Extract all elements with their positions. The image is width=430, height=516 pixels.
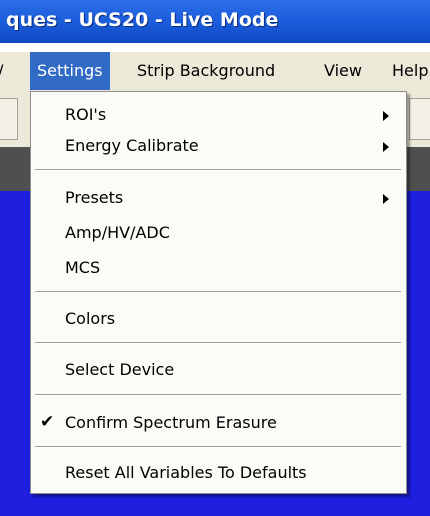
menu-separator bbox=[35, 394, 401, 396]
menu-item-mcs[interactable]: MCS bbox=[31, 253, 406, 283]
menu-view[interactable]: View bbox=[324, 52, 362, 90]
menu-item-label: ROI's bbox=[65, 105, 107, 124]
menu-item-label: Energy Calibrate bbox=[65, 136, 199, 155]
submenu-arrow-icon bbox=[383, 142, 389, 152]
toolbar-button-left[interactable] bbox=[0, 98, 18, 140]
menu-item-label: Presets bbox=[65, 188, 124, 207]
menu-item-label: Colors bbox=[65, 309, 116, 328]
menu-item-amp-hv-adc[interactable]: Amp/HV/ADC bbox=[31, 218, 406, 248]
submenu-arrow-icon bbox=[383, 111, 389, 121]
menu-item-reset-all-variables[interactable]: Reset All Variables To Defaults bbox=[31, 458, 406, 488]
submenu-arrow-icon bbox=[383, 194, 389, 204]
window-title: ques - UCS20 - Live Mode bbox=[6, 9, 279, 31]
settings-dropdown-menu: ROI's Energy Calibrate Presets Amp/HV/AD… bbox=[30, 91, 407, 494]
menu-item-label: Amp/HV/ADC bbox=[65, 223, 170, 242]
menu-file-partial[interactable]: / bbox=[0, 52, 3, 90]
menu-item-label: Select Device bbox=[65, 360, 175, 379]
menu-item-label: MCS bbox=[65, 258, 101, 277]
toolbar-button-right[interactable] bbox=[409, 98, 430, 140]
menu-item-label: Reset All Variables To Defaults bbox=[65, 463, 307, 482]
menu-item-presets[interactable]: Presets bbox=[31, 183, 406, 213]
menu-item-label: Confirm Spectrum Erasure bbox=[65, 413, 277, 432]
menu-item-confirm-spectrum-erasure[interactable]: ✔ Confirm Spectrum Erasure bbox=[31, 408, 406, 438]
menu-settings[interactable]: Settings bbox=[30, 52, 110, 90]
menu-bar: / Settings Strip Background View Help bbox=[0, 52, 430, 90]
title-bar: ques - UCS20 - Live Mode bbox=[0, 0, 430, 43]
menu-item-rois[interactable]: ROI's bbox=[31, 100, 406, 130]
menu-item-colors[interactable]: Colors bbox=[31, 304, 406, 334]
menu-help-partial[interactable]: Help bbox=[392, 52, 428, 90]
menu-item-select-device[interactable]: Select Device bbox=[31, 355, 406, 385]
menu-separator bbox=[35, 169, 401, 171]
menu-separator bbox=[35, 446, 401, 448]
menu-separator bbox=[35, 291, 401, 293]
menu-item-energy-calibrate[interactable]: Energy Calibrate bbox=[31, 131, 406, 161]
menu-separator bbox=[35, 342, 401, 344]
menu-strip-background[interactable]: Strip Background bbox=[137, 52, 275, 90]
checkmark-icon: ✔ bbox=[40, 412, 55, 432]
